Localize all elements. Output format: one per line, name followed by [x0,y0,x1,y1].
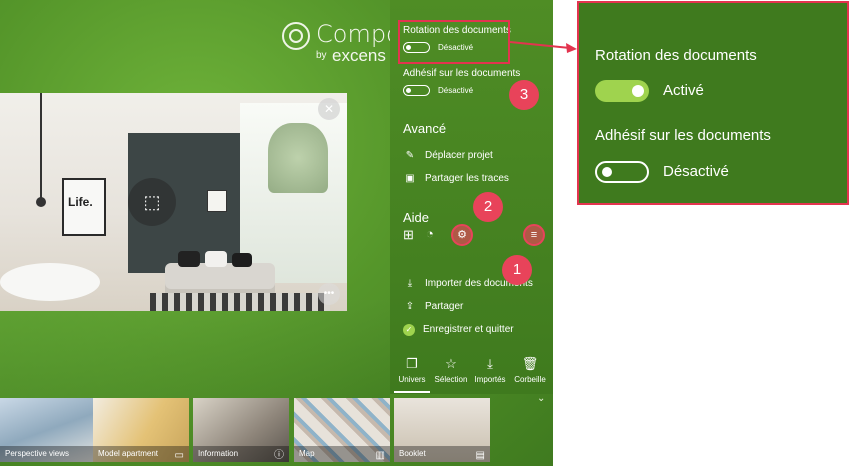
hamburger-icon: ≡ [530,229,538,241]
zoom-callout: Rotation des documents Activé Adhésif su… [577,1,849,205]
photo-frame: Life. [62,178,106,236]
help-title: Aide [403,210,430,225]
panorama-icon: ⬚ [143,192,161,212]
thumbnail-model-apartment[interactable]: Model apartment ▭ [93,398,189,462]
close-icon: ✕ [323,102,335,116]
brand-company: excens [332,46,386,65]
photo-pillow [232,253,252,267]
thumbnail-information[interactable]: Information ⓘ [193,398,289,462]
check-circle-icon: ✓ [403,324,415,336]
save-quit-label: Enregistrer et quitter [423,324,514,335]
layers-icon: ❐ [406,356,418,371]
star-list-icon: ☆ [445,356,457,371]
zoom-rotation-toggle[interactable] [595,80,649,102]
image-icon: ▣ [405,173,415,184]
menu-button[interactable]: ≡ [523,224,545,246]
photo-pillow [205,251,227,267]
active-tab-indicator [394,391,430,393]
layout-icon: ⊞ [403,227,414,242]
tab-corbeille[interactable]: 🗑 Corbeille [511,356,549,384]
move-project-label: Déplacer projet [425,150,493,161]
close-photo-button[interactable]: ✕ [318,98,340,120]
save-quit-item[interactable]: ✓ Enregistrer et quitter [403,324,514,336]
panorama-icon: ▭ [174,450,184,461]
logo-mark-icon [282,22,310,50]
photo-sofa [165,263,275,297]
photo-table [0,263,100,301]
adhesif-state: Désactivé [438,86,474,95]
booklet-icon: ▤ [475,450,485,461]
tab-label: Corbeille [514,375,546,384]
photo-frame-small [207,190,227,212]
tab-selection[interactable]: ☆ Sélection [432,356,470,384]
thumbnail-perspective[interactable]: Perspective views [0,398,96,462]
annotation-3: 3 [509,80,539,110]
tab-label: Sélection [434,375,468,384]
edit-icon: ✎ [405,150,415,161]
tab-label: Importés [474,375,506,384]
zoom-adhesif-toggle[interactable] [595,161,649,183]
app-window: Compos by excens Life. ⬚ ✕ ••• Rotation … [0,0,553,466]
share-item[interactable]: ⇪ Partager [403,301,464,312]
bottom-tab-bar: ❐ Univers ☆ Sélection ⤓ Importés 🗑 Corbeille [390,356,553,394]
zoom-adhesif-state: Désactivé [663,163,729,180]
settings-button[interactable]: ⚙ [451,224,473,246]
adhesif-label: Adhésif sur les documents [403,68,521,79]
brand-by: by [316,50,327,61]
download-icon: ⤓ [407,278,413,289]
chevron-down-icon[interactable]: ⌄ [537,393,545,404]
thumbnail-map[interactable]: Map ▥ [294,398,390,462]
palette-icon-button[interactable]: ◔ [426,226,434,241]
thumbnail-label: Perspective views [0,446,96,462]
annotation-1: 1 [502,255,532,285]
brand-logo: Compos by excens [282,20,413,70]
zoom-rotation-label: Rotation des documents [595,47,757,64]
more-icon: ••• [323,288,335,299]
photo-lamp [36,93,46,207]
photo-plant [268,123,328,193]
photo-rug [150,293,330,311]
thumbnail-booklet[interactable]: Booklet ▤ [394,398,490,462]
share-icon: ⇪ [405,301,415,312]
advanced-title: Avancé [403,121,447,136]
more-options-button[interactable]: ••• [318,283,340,305]
share-traces-item[interactable]: ▣ Partager les traces [403,173,509,184]
panorama-view-button[interactable]: ⬚ [128,178,176,226]
share-traces-label: Partager les traces [425,173,509,184]
share-label: Partager [425,301,464,312]
move-project-item[interactable]: ✎ Déplacer projet [403,150,493,161]
layout-icon-button[interactable]: ⊞ [403,227,414,243]
photo-pillow [178,251,200,267]
frame-text: Life. [68,195,93,209]
rotation-highlight [398,20,510,64]
zoom-adhesif-label: Adhésif sur les documents [595,127,771,144]
tab-univers[interactable]: ❐ Univers [393,356,431,384]
gear-icon: ⚙ [457,229,467,241]
info-icon: ⓘ [274,450,284,461]
palette-icon: ◔ [426,226,434,241]
adhesif-toggle[interactable] [403,85,430,96]
download-icon: ⤓ [487,356,493,371]
map-icon: ▥ [375,450,385,461]
trash-icon: 🗑 [521,356,539,371]
tab-importes[interactable]: ⤓ Importés [471,356,509,384]
background-leaf [0,300,390,400]
zoom-rotation-state: Activé [663,82,704,99]
annotation-2: 2 [473,192,503,222]
tab-label: Univers [398,375,426,384]
